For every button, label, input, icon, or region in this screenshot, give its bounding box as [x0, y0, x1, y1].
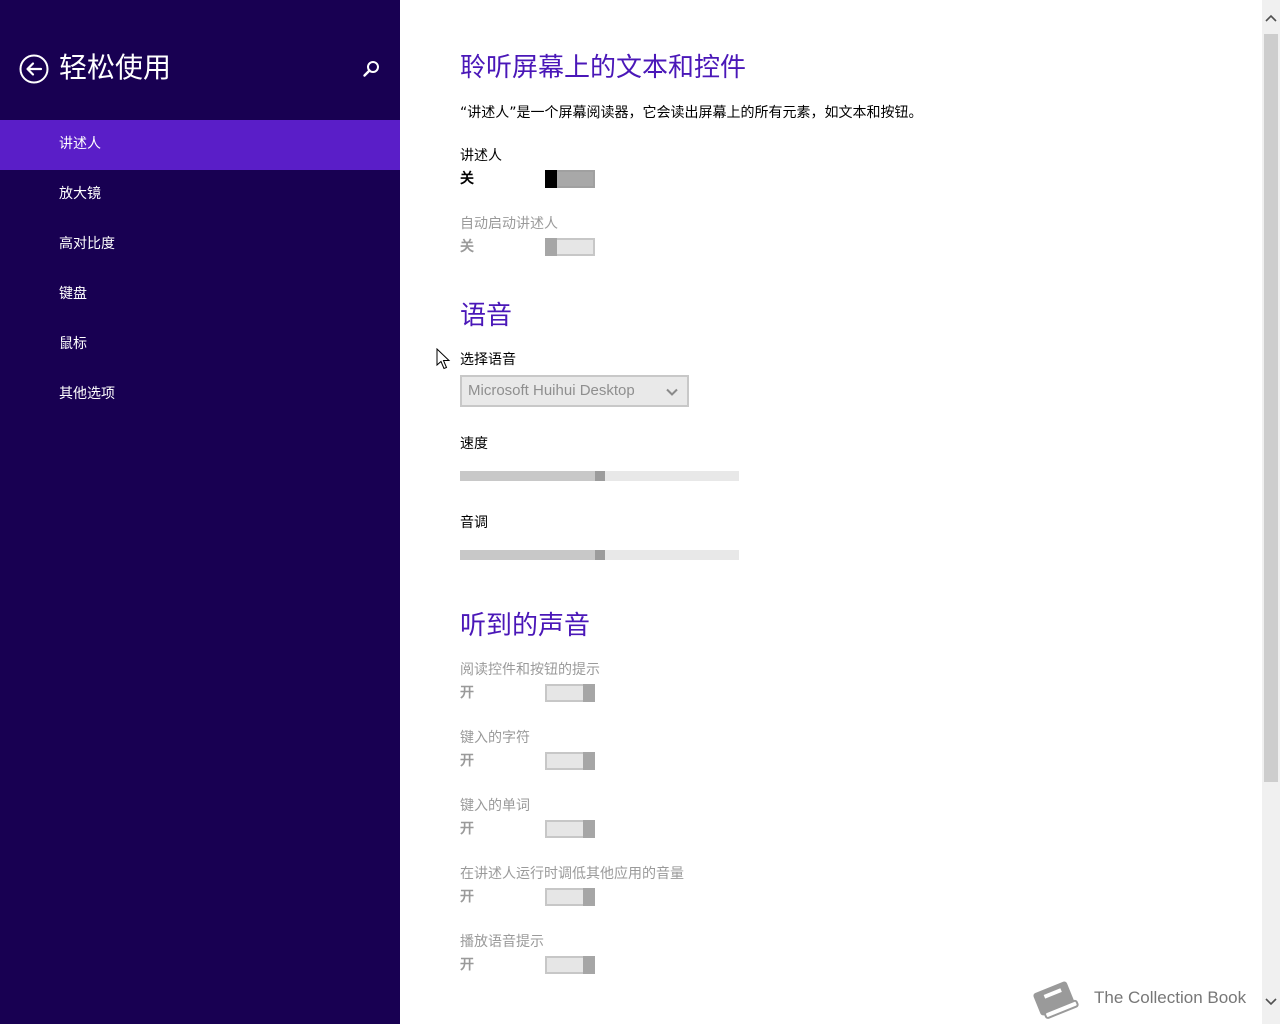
section-heading-sounds: 听到的声音 — [460, 611, 591, 641]
slider-track-filled — [460, 471, 595, 481]
speed-slider[interactable] — [460, 471, 739, 481]
typed-characters-label: 键入的字符 — [460, 730, 530, 746]
pitch-slider[interactable] — [460, 550, 739, 560]
book-icon — [1033, 981, 1079, 1019]
sidebar: 轻松使用 讲述人 放大镜 高对比度 键盘 鼠标 其他选项 — [0, 0, 400, 1024]
sidebar-item-narrator[interactable]: 讲述人 — [0, 120, 400, 170]
audio-cues-state: 开 — [460, 957, 474, 973]
voice-select-value: Microsoft Huihui Desktop — [468, 382, 635, 399]
narrator-state: 关 — [460, 171, 474, 187]
lower-volume-toggle[interactable] — [545, 888, 595, 906]
chevron-up-icon — [1265, 14, 1277, 22]
typed-words-toggle[interactable] — [545, 820, 595, 838]
mouse-pointer-icon — [436, 348, 451, 370]
audio-cues-toggle[interactable] — [545, 956, 595, 974]
typed-words-label: 键入的单词 — [460, 798, 530, 814]
page-title: 轻松使用 — [59, 51, 172, 84]
watermark-text: The Collection Book — [1094, 988, 1247, 1007]
toggle-thumb — [545, 238, 557, 256]
section-heading-narrator: 聆听屏幕上的文本和控件 — [460, 53, 747, 83]
sidebar-nav: 讲述人 放大镜 高对比度 键盘 鼠标 其他选项 — [0, 120, 400, 420]
scrollbar-thumb[interactable] — [1264, 34, 1278, 782]
typed-characters-state: 开 — [460, 753, 474, 769]
read-hints-state: 开 — [460, 685, 474, 701]
search-button[interactable] — [360, 58, 382, 80]
lower-volume-label: 在讲述人运行时调低其他应用的音量 — [460, 866, 684, 882]
narrator-toggle[interactable] — [545, 170, 595, 188]
slider-track-empty — [605, 550, 739, 560]
vertical-scrollbar[interactable] — [1262, 0, 1280, 1024]
chevron-down-icon — [666, 388, 678, 396]
read-hints-label: 阅读控件和按钮的提示 — [460, 662, 600, 678]
auto-start-narrator-state: 关 — [460, 239, 474, 255]
toggle-thumb — [583, 820, 595, 838]
scroll-up-button[interactable] — [1262, 8, 1280, 28]
voice-select[interactable]: Microsoft Huihui Desktop — [460, 375, 689, 407]
sidebar-item-keyboard[interactable]: 键盘 — [0, 270, 400, 320]
sidebar-item-other-options[interactable]: 其他选项 — [0, 370, 400, 420]
typed-words-state: 开 — [460, 821, 474, 837]
pitch-label: 音调 — [460, 515, 488, 531]
toggle-thumb — [583, 752, 595, 770]
chevron-down-icon — [1265, 998, 1277, 1006]
toggle-thumb — [583, 956, 595, 974]
slider-track-empty — [605, 471, 739, 481]
back-button[interactable] — [19, 54, 49, 84]
scroll-down-button[interactable] — [1262, 992, 1280, 1012]
toggle-thumb — [545, 170, 557, 188]
sidebar-item-mouse[interactable]: 鼠标 — [0, 320, 400, 370]
main-content: 聆听屏幕上的文本和控件 “讲述人”是一个屏幕阅读器，它会读出屏幕上的所有元素，如… — [400, 0, 1262, 1024]
slider-track-filled — [460, 550, 595, 560]
back-arrow-icon — [19, 54, 49, 84]
slider-thumb[interactable] — [595, 550, 605, 560]
auto-start-narrator-label: 自动启动讲述人 — [460, 216, 558, 232]
audio-cues-label: 播放语音提示 — [460, 934, 544, 950]
lower-volume-state: 开 — [460, 889, 474, 905]
sidebar-item-magnifier[interactable]: 放大镜 — [0, 170, 400, 220]
narrator-description: “讲述人”是一个屏幕阅读器，它会读出屏幕上的所有元素，如文本和按钮。 — [460, 105, 923, 121]
choose-voice-label: 选择语音 — [460, 352, 516, 368]
typed-characters-toggle[interactable] — [545, 752, 595, 770]
search-icon — [363, 61, 379, 77]
read-hints-toggle[interactable] — [545, 684, 595, 702]
sidebar-item-high-contrast[interactable]: 高对比度 — [0, 220, 400, 270]
speed-label: 速度 — [460, 436, 488, 452]
section-heading-voice: 语音 — [460, 301, 513, 331]
toggle-thumb — [583, 684, 595, 702]
narrator-label: 讲述人 — [460, 148, 502, 164]
auto-start-narrator-toggle[interactable] — [545, 238, 595, 256]
slider-thumb[interactable] — [595, 471, 605, 481]
toggle-thumb — [583, 888, 595, 906]
watermark: The Collection Book — [1026, 974, 1262, 1024]
